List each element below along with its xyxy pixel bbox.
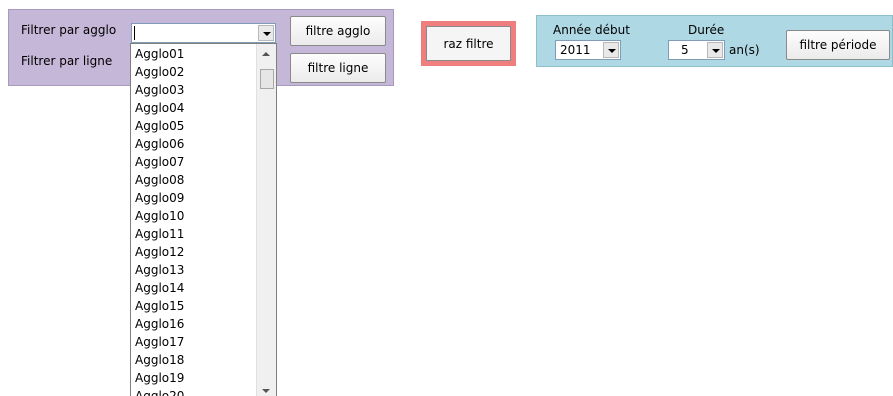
annee-debut-label: Année début: [553, 23, 630, 37]
annee-debut-select[interactable]: 2011: [555, 40, 621, 60]
raz-filtre-button[interactable]: raz filtre: [426, 26, 511, 61]
list-item[interactable]: Agglo02: [135, 63, 184, 81]
list-item[interactable]: Agglo15: [135, 297, 184, 315]
agglo-dropdown-list[interactable]: Agglo01 Agglo02 Agglo03 Agglo04 Agglo05 …: [130, 43, 277, 396]
duree-select[interactable]: 5: [668, 40, 725, 60]
list-item[interactable]: Agglo19: [135, 369, 184, 387]
scroll-down-arrow-icon[interactable]: [262, 389, 270, 393]
list-item[interactable]: Agglo05: [135, 117, 184, 135]
list-item[interactable]: Agglo10: [135, 207, 184, 225]
duree-dropdown-arrow-icon[interactable]: [707, 42, 723, 58]
filtrer-agglo-label: Filtrer par agglo: [21, 23, 117, 37]
filtre-periode-button[interactable]: filtre période: [786, 30, 890, 60]
duree-label: Durée: [688, 23, 725, 37]
filtre-agglo-button[interactable]: filtre agglo: [290, 16, 386, 46]
list-item[interactable]: Agglo11: [135, 225, 184, 243]
list-item[interactable]: Agglo18: [135, 351, 184, 369]
filtre-ligne-button[interactable]: filtre ligne: [290, 53, 386, 83]
list-item[interactable]: Agglo03: [135, 81, 184, 99]
filtrer-ligne-label: Filtrer par ligne: [21, 54, 113, 68]
scroll-thumb[interactable]: [260, 69, 274, 89]
list-item[interactable]: Agglo01: [135, 45, 184, 63]
agglo-option-list: Agglo01 Agglo02 Agglo03 Agglo04 Agglo05 …: [135, 45, 184, 396]
annee-debut-value: 2011: [560, 43, 591, 57]
text-caret: [134, 26, 135, 40]
list-item[interactable]: Agglo08: [135, 171, 184, 189]
agglo-combobox[interactable]: [131, 23, 276, 43]
agglo-dropdown-arrow-icon[interactable]: [258, 25, 274, 41]
list-item[interactable]: Agglo12: [135, 243, 184, 261]
list-item[interactable]: Agglo17: [135, 333, 184, 351]
an-s-unit-label: an(s): [729, 43, 760, 57]
list-item[interactable]: Agglo14: [135, 279, 184, 297]
annee-dropdown-arrow-icon[interactable]: [603, 42, 619, 58]
raz-filtre-frame: raz filtre: [421, 21, 516, 66]
list-item[interactable]: Agglo13: [135, 261, 184, 279]
list-item[interactable]: Agglo20: [135, 387, 184, 396]
periode-filter-panel: Année début 2011 Durée 5 an(s) filtre pé…: [536, 15, 893, 67]
scroll-up-arrow-icon[interactable]: [262, 52, 270, 56]
list-item[interactable]: Agglo07: [135, 153, 184, 171]
dropdown-scrollbar[interactable]: [256, 44, 276, 396]
list-item[interactable]: Agglo09: [135, 189, 184, 207]
list-item[interactable]: Agglo06: [135, 135, 184, 153]
duree-value: 5: [681, 43, 689, 57]
list-item[interactable]: Agglo04: [135, 99, 184, 117]
list-item[interactable]: Agglo16: [135, 315, 184, 333]
